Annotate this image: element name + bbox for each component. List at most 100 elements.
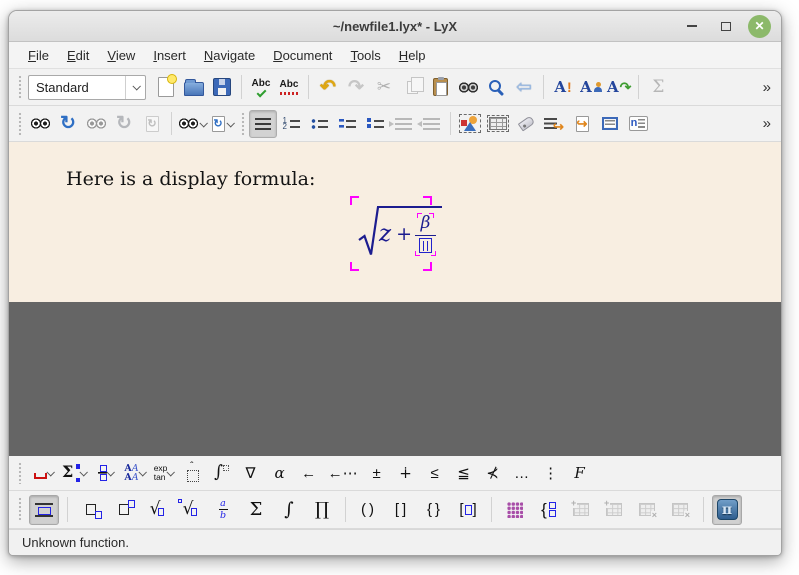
menu-help[interactable]: Help [390,44,435,67]
toolbar-grip[interactable] [16,462,23,484]
math-variable-z[interactable]: z [379,223,391,246]
fraction-numerator[interactable]: β [417,213,435,233]
toolbar-overflow-button[interactable]: » [757,115,777,132]
subscript-button[interactable] [76,495,106,525]
toolbar-overflow-button[interactable]: » [757,79,777,96]
description-list-button[interactable] [333,110,361,138]
insert-cross-reference-button[interactable]: ↪ [540,110,568,138]
update-master-button[interactable]: ↻ [110,110,138,138]
delimiters-button[interactable]: [ ] [453,495,483,525]
square-root-button[interactable]: √ [142,495,172,525]
braces-button[interactable]: {} [420,495,450,525]
ams-relations-panel-button[interactable]: ≦ [452,460,476,486]
find-replace-button[interactable] [482,73,510,101]
arrows-panel-button[interactable]: ← [297,460,321,486]
accents-button[interactable]: ˆ [181,460,205,486]
product-button[interactable]: ∏ [307,495,337,525]
sum-button[interactable]: Σ [241,495,271,525]
toggle-noun-button[interactable]: A [577,73,605,101]
insert-label-button[interactable] [512,110,540,138]
superscript-button[interactable] [109,495,139,525]
view-other-button[interactable]: ↻ [138,110,166,138]
copy-button[interactable] [398,73,426,101]
math-operator-plus[interactable]: + [396,225,412,244]
toolbar-grip[interactable] [239,112,246,135]
cases-environment-button[interactable]: { [533,495,563,525]
insert-math-button[interactable]: Σ [644,73,672,101]
math-spacing-dropdown[interactable] [31,460,55,486]
new-document-button[interactable] [152,73,180,101]
paste-button[interactable] [426,73,454,101]
save-document-button[interactable] [208,73,236,101]
integral-limits-button[interactable]: ∫ [210,460,234,486]
redo-button[interactable]: ↷ [342,73,370,101]
fraction-denominator[interactable] [415,238,436,256]
dots-panel-button[interactable]: … [510,460,534,486]
fraction-button[interactable]: a b [208,495,238,525]
insert-citation-button[interactable]: ↪ [568,110,596,138]
insert-index-entry-button[interactable] [596,110,624,138]
insert-table-button[interactable] [484,110,512,138]
title-bar[interactable]: ~/newfile1.lyx* - LyX ✕ [9,11,781,42]
update-pdf-button[interactable]: ↻ [54,110,82,138]
view-other-formats-dropdown[interactable] [177,110,208,138]
math-fonts-dropdown[interactable]: AA AA [122,460,146,486]
menu-insert[interactable]: Insert [144,44,195,67]
fractions-dropdown[interactable] [93,460,117,486]
spellcheck-button[interactable]: Abc [247,73,275,101]
maximize-button[interactable] [714,14,738,38]
continuous-spellcheck-button[interactable]: Abc [275,73,303,101]
greek-panel-button[interactable]: α [268,460,292,486]
menu-file[interactable]: File [19,44,58,67]
toolbar-grip[interactable] [16,75,23,99]
math-panel-toggle[interactable]: π [712,495,742,525]
insert-matrix-button[interactable] [500,495,530,525]
toggle-emphasis-button[interactable]: A ! [549,73,577,101]
math-fraction[interactable]: β [415,213,436,256]
navigate-back-button[interactable]: ⇦ [510,73,538,101]
layout-combo[interactable]: Standard [28,75,146,100]
open-document-button[interactable] [180,73,208,101]
find-button[interactable] [454,73,482,101]
big-operators-dropdown[interactable]: Σ [60,460,88,486]
add-row-button[interactable]: + [566,495,596,525]
undo-button[interactable]: ↶ [314,73,342,101]
ams-negative-relations-panel-button[interactable]: ⊀ [481,460,505,486]
bullet-list-button[interactable] [305,110,333,138]
display-formula-toggle[interactable] [29,495,59,525]
delete-column-button[interactable]: × [665,495,695,525]
toolbar-grip[interactable] [16,497,23,522]
delete-row-button[interactable]: × [632,495,662,525]
apply-text-style-button[interactable]: A ↷ [605,73,633,101]
toolbar-grip[interactable] [16,112,23,135]
minimize-button[interactable] [680,14,704,38]
vdots-panel-button[interactable]: ⋮ [539,460,563,486]
ams-arrows-panel-button[interactable]: ←⋯ [326,460,360,486]
relations-panel-button[interactable]: ≤ [423,460,447,486]
menu-tools[interactable]: Tools [341,44,389,67]
parentheses-button[interactable]: () [354,495,384,525]
close-button[interactable]: ✕ [748,15,771,38]
functions-dropdown[interactable]: exp tan [152,460,176,486]
menu-document[interactable]: Document [264,44,341,67]
menu-view[interactable]: View [98,44,144,67]
menu-navigate[interactable]: Navigate [195,44,264,67]
integral-button[interactable]: ∫ [274,495,304,525]
insert-nomenclature-button[interactable]: n [624,110,652,138]
layout-combo-dropdown[interactable] [125,76,145,99]
insert-graphics-button[interactable] [456,110,484,138]
increase-depth-button[interactable] [389,110,417,138]
view-master-button[interactable] [82,110,110,138]
add-column-button[interactable]: + [599,495,629,525]
paragraph-text[interactable]: Here is a display formula: [66,168,315,190]
brackets-button[interactable]: [] [387,495,417,525]
view-pdf-button[interactable] [26,110,54,138]
operators-panel-button[interactable]: ∇ [239,460,263,486]
binary-operators-panel-button[interactable]: ± [365,460,389,486]
paragraph-justified-button[interactable] [249,110,277,138]
math-inset[interactable]: z + β [350,196,432,271]
numbered-list-button[interactable]: 1 2 [277,110,305,138]
ams-operators-panel-button[interactable]: ∔ [394,460,418,486]
document-area[interactable]: Here is a display formula: z + β [9,142,781,302]
menu-edit[interactable]: Edit [58,44,98,67]
